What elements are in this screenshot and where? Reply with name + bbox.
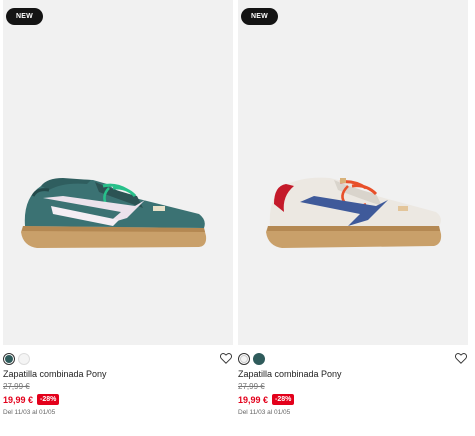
old-price: 27,99 €	[3, 382, 30, 391]
discount-badge: -28%	[37, 394, 60, 405]
sale-price: 19,99 €	[3, 394, 34, 405]
sale-price: 19,99 €	[238, 394, 269, 405]
product-name[interactable]: Zapatilla combinada Pony	[238, 369, 342, 379]
product-card[interactable]: NEW Zapatilla combinada Pony 27,99 € 19,…	[3, 0, 233, 436]
color-swatch-green[interactable]	[253, 353, 265, 365]
product-image[interactable]: NEW	[238, 0, 468, 345]
new-badge: NEW	[6, 8, 43, 25]
promo-dates: Del 11/03 al 01/05	[238, 409, 291, 416]
new-badge: NEW	[241, 8, 278, 25]
color-swatch-white[interactable]	[18, 353, 30, 365]
product-image[interactable]: NEW	[3, 0, 233, 345]
heart-icon[interactable]	[454, 351, 468, 365]
product-card[interactable]: NEW Zapatilla combinada Pony 27,99 € 19,…	[238, 0, 468, 436]
discount-badge: -28%	[272, 394, 295, 405]
color-swatch-white[interactable]	[238, 353, 250, 365]
color-swatches	[238, 353, 265, 365]
color-swatch-green[interactable]	[3, 353, 15, 365]
shoe-image-white	[266, 177, 442, 248]
old-price: 27,99 €	[238, 382, 265, 391]
promo-dates: Del 11/03 al 01/05	[3, 409, 56, 416]
heart-icon[interactable]	[219, 351, 233, 365]
shoe-image-green	[21, 178, 207, 248]
product-name[interactable]: Zapatilla combinada Pony	[3, 369, 107, 379]
color-swatches	[3, 353, 30, 365]
